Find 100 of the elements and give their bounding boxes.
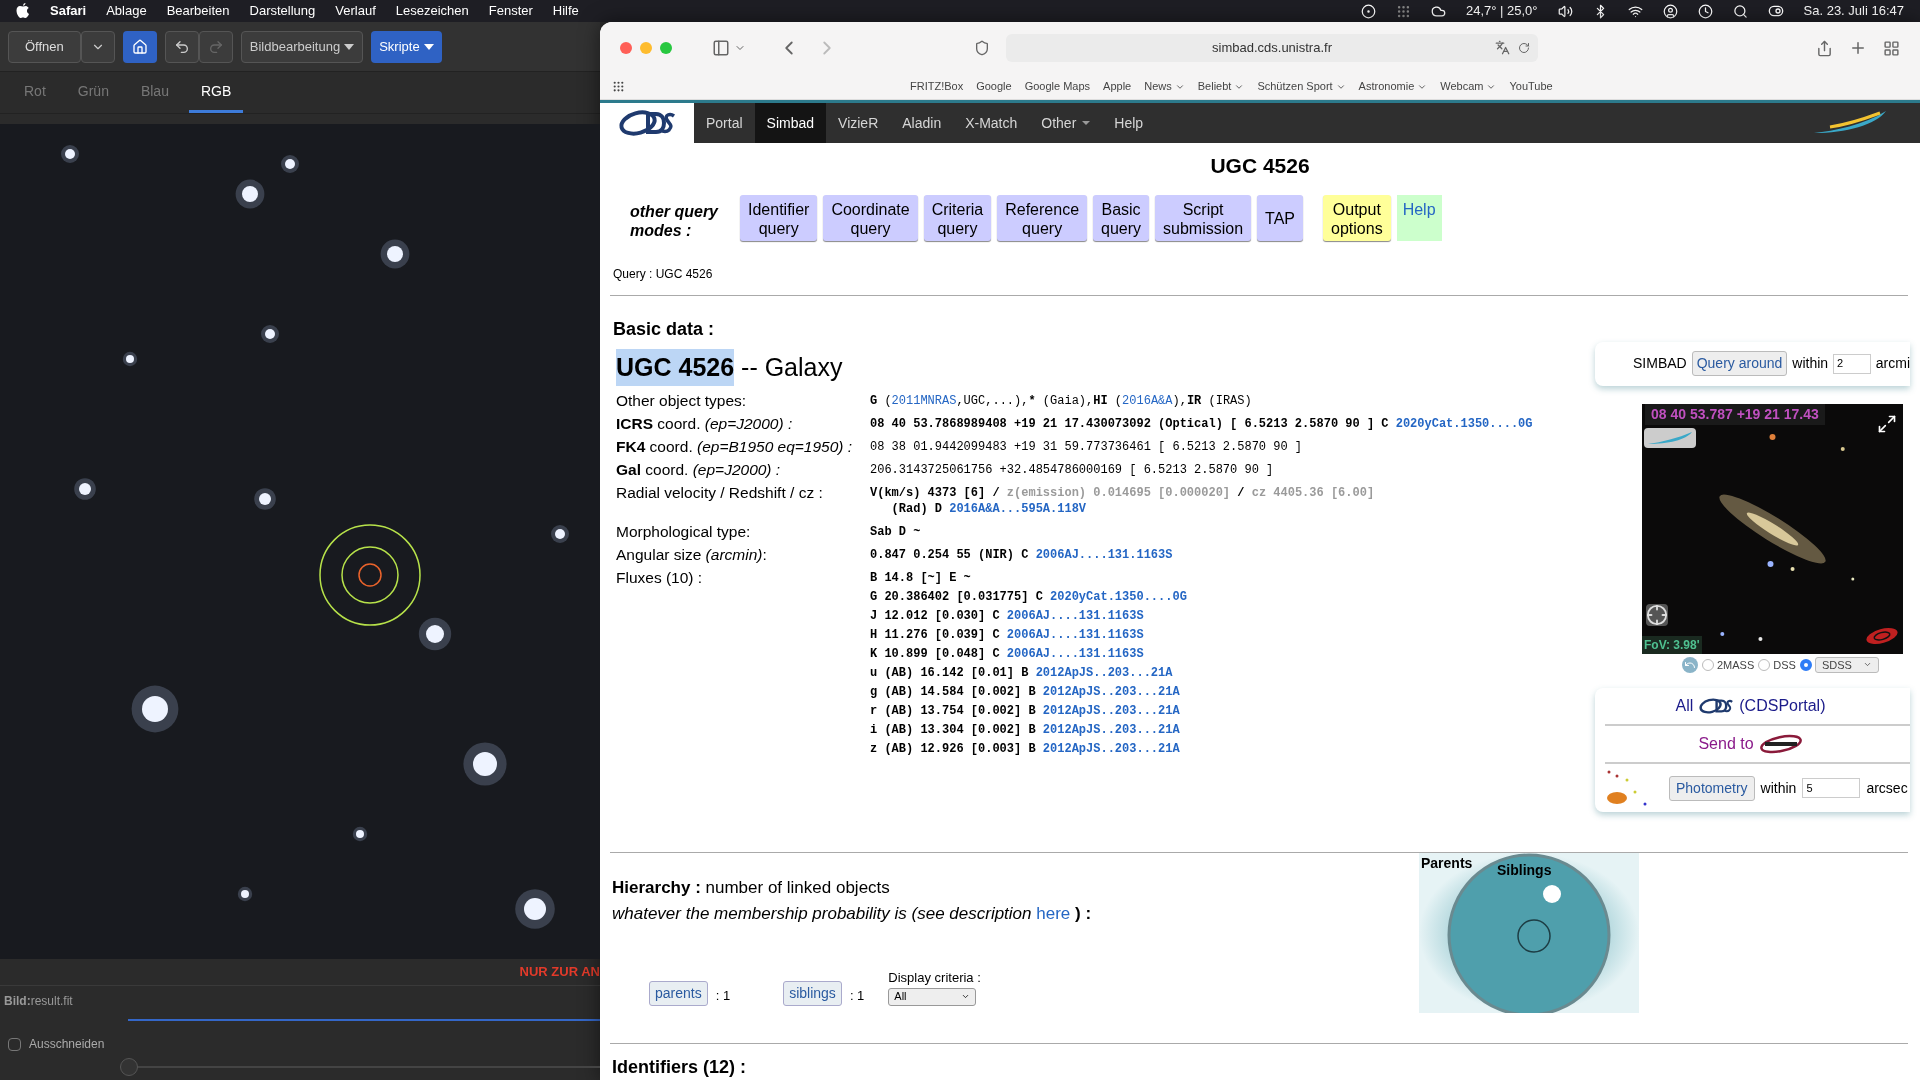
wifi-icon[interactable] [1627,3,1643,19]
bookmark-item[interactable]: Google [976,78,1012,95]
bookmark-item[interactable]: Google Maps [1024,78,1091,95]
control-center-icon[interactable] [1767,3,1784,19]
bookmark-item[interactable]: News [1144,78,1185,95]
radius-field[interactable]: 2 [1833,353,1871,374]
site-nav-tab[interactable]: Aladin [890,103,954,143]
description-link[interactable]: here [1036,903,1071,923]
user-icon[interactable] [1662,3,1678,19]
cds-logo-icon[interactable] [1698,697,1735,715]
query-mode-button[interactable]: TAP [1257,194,1304,241]
output-options-button[interactable]: Output options [1323,194,1391,241]
survey-radio[interactable] [1758,658,1771,671]
menu-item[interactable]: Bearbeiten [166,1,230,21]
query-mode-button[interactable]: Basic query [1093,194,1150,241]
site-nav-tab[interactable]: X-Match [953,103,1030,143]
site-nav-tab[interactable]: Simbad [754,103,827,143]
reference-link[interactable]: 2006AJ....131.1163S [1006,647,1144,661]
sidebar-icon[interactable] [712,39,730,57]
cds-logo-icon[interactable] [618,108,676,138]
apps-grid-icon[interactable] [612,80,625,93]
reference-link[interactable]: 2012ApJS..203...21A [1042,723,1180,737]
parents-button[interactable]: parents [649,980,708,1006]
shield-icon[interactable] [974,40,990,56]
site-nav-tab[interactable]: Other [1029,103,1103,143]
weather-icon[interactable] [1430,3,1446,19]
expand-icon[interactable] [1877,413,1897,434]
reference-link[interactable]: 2020yCat.1350....0G [1395,417,1533,431]
grid-icon[interactable] [1395,3,1411,19]
home-button[interactable] [122,30,157,63]
cds-portal-link[interactable]: (CDSPortal) [1739,694,1826,718]
reference-link[interactable]: 2012ApJS..203...21A [1042,685,1180,699]
share-icon[interactable] [1816,39,1833,57]
crop-checkbox[interactable] [8,1037,21,1051]
query-mode-button[interactable]: Identifier query [740,194,818,241]
bookmark-item[interactable]: Astronomie [1358,78,1428,95]
reference-link[interactable]: 2006AJ....131.1163S [1006,628,1144,642]
all-link[interactable]: All [1675,694,1694,718]
bookmark-item[interactable]: Schützen Sport [1257,78,1346,95]
weather-text[interactable]: 24,7° | 25,0° [1465,1,1538,21]
reference-link[interactable]: 2012ApJS..203...21A [1042,704,1180,718]
field-value: 0.847 0.254 55 (NIR) C 2006AJ....131.1163S [870,547,1173,563]
query-around-button[interactable]: Query around [1691,351,1788,376]
help-link[interactable]: Help [1396,194,1442,241]
apple-icon[interactable] [16,3,30,19]
new-tab-icon[interactable] [1849,39,1867,57]
reference-link[interactable]: 2011MNRAS [891,394,957,408]
app-menu[interactable]: Safari [50,1,87,21]
site-nav-tab[interactable]: VizieR [826,103,891,143]
site-nav-tab[interactable]: Portal [694,103,755,143]
target-marker-icon [318,523,422,627]
slider-handle[interactable] [120,1058,138,1076]
address-field[interactable]: simbad.cds.unistra.fr [1006,34,1538,62]
reference-link[interactable]: 2006AJ....131.1163S [1006,609,1144,623]
reload-icon[interactable] [1518,42,1530,54]
target-icon[interactable] [1646,603,1668,626]
open-button[interactable]: Öffnen [8,30,81,63]
reference-link[interactable]: 2016A&A [1122,394,1173,408]
clock-icon[interactable] [1697,3,1713,19]
query-mode-button[interactable]: Script submission [1155,194,1252,241]
close-button[interactable] [620,42,632,54]
search-icon[interactable] [1732,3,1748,19]
undo-button[interactable] [164,30,199,63]
bookmark-item[interactable]: Apple [1103,78,1132,95]
send-to-link[interactable]: Send to [1698,732,1754,756]
reference-link[interactable]: 2016A&A...595A.118V [949,502,1087,516]
survey-radio[interactable] [1702,658,1714,671]
survey-select[interactable]: SDSS [1814,656,1879,673]
translate-icon[interactable] [1495,40,1510,55]
site-nav-tab[interactable]: Help [1102,103,1156,143]
bookmark-item[interactable]: Webcam [1440,78,1497,95]
criteria-select[interactable]: All [888,987,977,1006]
reference-link[interactable]: 2012ApJS..203...21A [1042,742,1180,756]
reference-link[interactable]: 2020yCat.1350....0G [1050,590,1187,604]
photometry-button[interactable]: Photometry [1669,775,1755,801]
aladin-logo-icon[interactable] [1758,734,1803,754]
query-mode-button[interactable]: Reference query [997,194,1088,241]
menu-item[interactable]: Verlauf [335,1,376,21]
menu-item[interactable]: Ablage [106,1,147,21]
query-mode-button[interactable]: Criteria query [923,194,992,241]
bookmark-item[interactable]: YouTube [1509,78,1553,95]
volume-icon[interactable] [1557,3,1573,19]
radius-field[interactable]: 5 [1802,778,1861,798]
channel-tab[interactable]: RGB [188,73,244,113]
menu-item[interactable]: Hilfe [552,1,579,21]
survey-radio[interactable] [1799,658,1812,671]
siblings-button[interactable]: siblings [783,980,842,1006]
menu-item[interactable]: Lesezeichen [395,1,469,21]
bookmark-item[interactable]: Beliebt [1197,78,1245,95]
menu-item[interactable]: Fenster [488,1,533,21]
image-menu-button[interactable]: Bildbearbeitung [240,30,364,63]
reference-link[interactable]: 2012ApJS..203...21A [1035,666,1173,680]
reference-link[interactable]: 2006AJ....131.1163S [1035,548,1173,562]
menu-item[interactable]: Darstellung [249,1,316,21]
scripts-menu-button[interactable]: Skripte [371,30,442,63]
tab-overview-icon[interactable] [1883,39,1900,57]
query-mode-button[interactable]: Coordinate query [823,194,918,241]
bookmark-item[interactable]: FRITZ!Box [910,78,964,95]
menu-clock[interactable]: Sa. 23. Juli 16:47 [1803,1,1904,21]
status-icon[interactable] [1360,3,1376,19]
